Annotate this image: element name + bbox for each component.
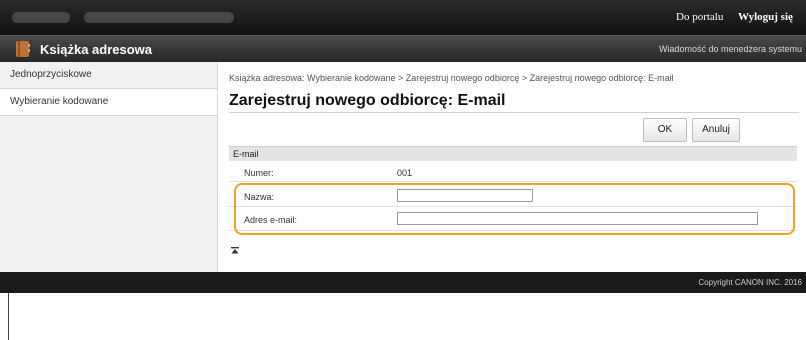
device-name-blurred [12, 12, 70, 23]
number-value: 001 [397, 168, 413, 178]
main-content: Książka adresowa: Wybieranie kodowane > … [218, 62, 806, 272]
sidebar-item-one-touch[interactable]: Jednoprzyciskowe [0, 62, 217, 89]
copyright: Copyright CANON INC. 2016 [698, 278, 802, 287]
logout-link[interactable]: Wyloguj się [738, 11, 793, 23]
page-title: Zarejestruj nowego odbiorcę: E-mail [229, 92, 506, 109]
sidebar-item-coded-dial[interactable]: Wybieranie kodowane [0, 89, 217, 116]
top-bar: Do portalu Wyloguj się [0, 0, 806, 35]
device-model-blurred [84, 12, 234, 23]
app-title: Książka adresowa [40, 42, 153, 57]
admin-message-link[interactable]: Wiadomość do menedżera systemu [659, 44, 802, 54]
row-divider [229, 181, 797, 182]
sidebar: Jednoprzyciskowe Wybieranie kodowane [0, 62, 218, 272]
highlighted-fields [234, 183, 795, 235]
footer: Copyright CANON INC. 2016 [0, 272, 806, 293]
section-header-email: E-mail [229, 146, 797, 161]
portal-link[interactable]: Do portalu [676, 11, 723, 23]
ok-button[interactable]: OK [643, 118, 687, 142]
app-bar: Książka adresowa Wiadomość do menedżera … [0, 35, 806, 63]
back-to-top-icon[interactable] [231, 247, 239, 255]
breadcrumb[interactable]: Książka adresowa: Wybieranie kodowane > … [229, 73, 674, 83]
divider-line [8, 293, 9, 340]
address-book-icon [16, 41, 30, 57]
number-label: Numer: [244, 168, 274, 178]
cancel-button[interactable]: Anuluj [692, 118, 740, 142]
title-divider [229, 112, 799, 113]
